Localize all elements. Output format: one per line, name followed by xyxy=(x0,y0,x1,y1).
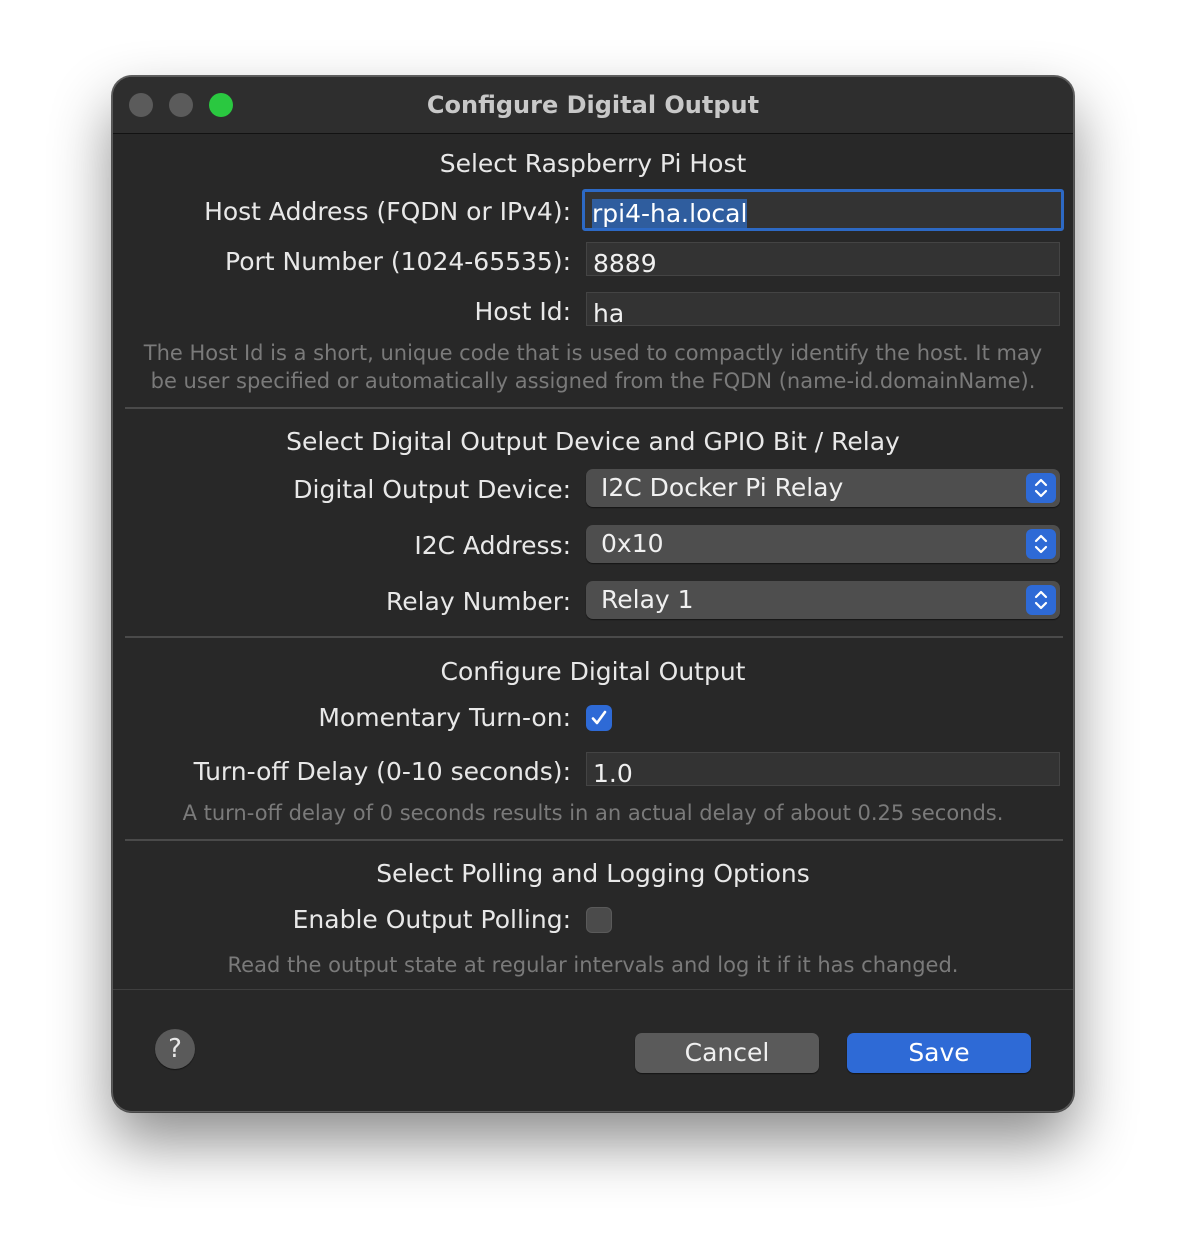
enable-output-polling-checkbox[interactable] xyxy=(586,907,612,933)
turn-off-delay-input[interactable]: 1.0 xyxy=(586,752,1060,786)
host-address-value: rpi4-ha.local xyxy=(592,199,748,228)
host-id-input[interactable]: ha xyxy=(586,292,1060,326)
host-id-label: Host Id: xyxy=(474,297,571,326)
i2c-address-popup[interactable]: 0x10 xyxy=(586,525,1060,563)
relay-number-label: Relay Number: xyxy=(385,587,571,616)
i2c-address-value: 0x10 xyxy=(601,529,664,558)
separator xyxy=(125,636,1063,638)
host-id-help-line-1: The Host Id is a short, unique code that… xyxy=(143,341,1043,365)
host-section-title: Select Raspberry Pi Host xyxy=(439,149,747,178)
polling-help: Read the output state at regular interva… xyxy=(227,953,959,977)
separator xyxy=(125,839,1063,841)
device-section-title: Select Digital Output Device and GPIO Bi… xyxy=(286,427,900,456)
port-number-input[interactable]: 8889 xyxy=(586,242,1060,276)
save-button[interactable]: Save xyxy=(847,1033,1031,1073)
device-popup[interactable]: I2C Docker Pi Relay xyxy=(586,469,1060,507)
relay-number-popup[interactable]: Relay 1 xyxy=(586,581,1060,619)
configure-dialog: Configure Digital Output Select Raspberr… xyxy=(112,76,1074,1112)
momentary-turn-on-label: Momentary Turn-on: xyxy=(318,703,571,732)
separator xyxy=(125,407,1063,409)
window-title: Configure Digital Output xyxy=(426,91,760,119)
turn-off-delay-label: Turn-off Delay (0-10 seconds): xyxy=(193,757,571,786)
turn-off-delay-help: A turn-off delay of 0 seconds results in… xyxy=(182,801,1004,825)
footer-separator xyxy=(113,989,1073,990)
device-label: Digital Output Device: xyxy=(293,475,571,504)
chevron-updown-icon xyxy=(1026,585,1056,615)
polling-section-title: Select Polling and Logging Options xyxy=(376,859,810,888)
host-address-input[interactable]: rpi4-ha.local xyxy=(582,189,1064,231)
momentary-turn-on-checkbox[interactable] xyxy=(586,705,612,731)
host-address-label: Host Address (FQDN or IPv4): xyxy=(204,197,571,226)
i2c-address-label: I2C Address: xyxy=(414,531,571,560)
chevron-updown-icon xyxy=(1026,473,1056,503)
enable-output-polling-label: Enable Output Polling: xyxy=(292,905,571,934)
cancel-button[interactable]: Cancel xyxy=(635,1033,819,1073)
host-id-help-line-2: be user specified or automatically assig… xyxy=(150,369,1036,393)
chevron-updown-icon xyxy=(1026,529,1056,559)
checkmark-icon xyxy=(591,710,607,725)
output-section-title: Configure Digital Output xyxy=(440,657,746,686)
device-popup-value: I2C Docker Pi Relay xyxy=(601,473,844,502)
title-bar[interactable]: Configure Digital Output xyxy=(113,77,1073,134)
relay-number-value: Relay 1 xyxy=(601,585,694,614)
port-number-label: Port Number (1024-65535): xyxy=(225,247,571,276)
help-button[interactable]: ? xyxy=(155,1029,195,1069)
